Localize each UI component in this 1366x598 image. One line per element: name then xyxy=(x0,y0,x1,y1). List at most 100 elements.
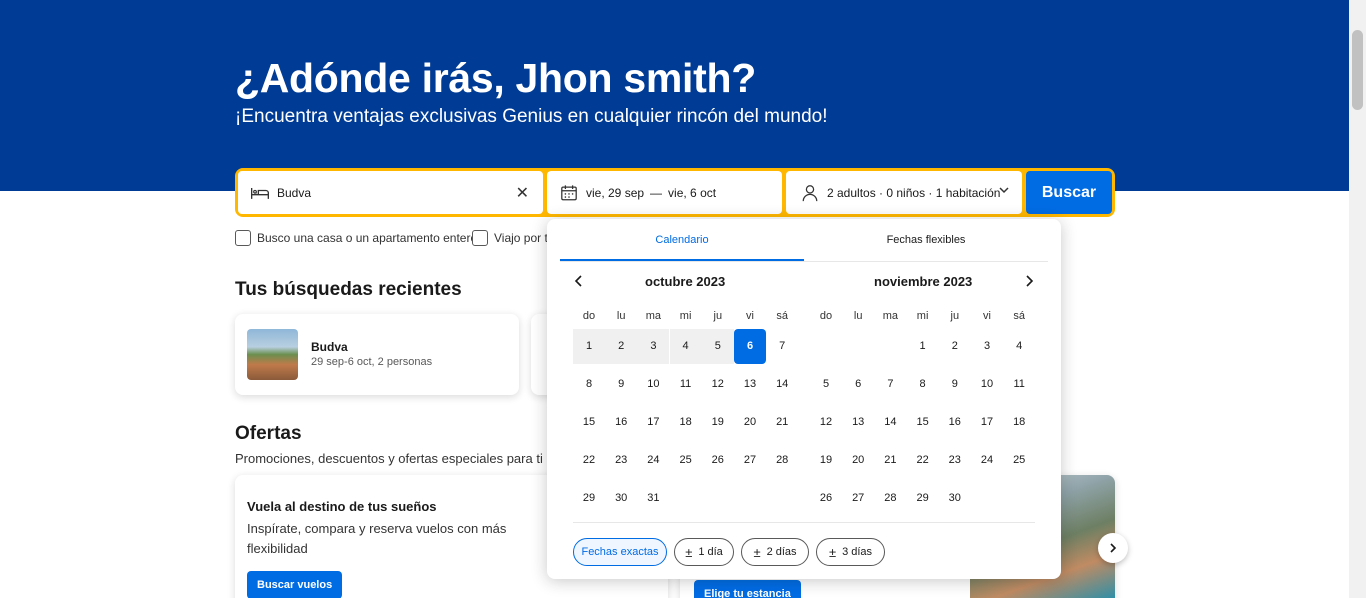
calendar-day[interactable]: 21 xyxy=(874,443,906,478)
calendar-day[interactable]: 20 xyxy=(734,405,766,440)
calendar-day[interactable]: 13 xyxy=(734,367,766,402)
destination-value[interactable]: Budva xyxy=(277,186,311,200)
calendar-day[interactable]: 28 xyxy=(874,481,906,516)
calendar-day[interactable]: 29 xyxy=(573,481,605,516)
offer-description: Inspírate, compara y reserva vuelos con … xyxy=(247,521,507,556)
scrollbar-thumb[interactable] xyxy=(1352,30,1363,110)
calendar-day[interactable]: 15 xyxy=(573,405,605,440)
date-to[interactable]: vie, 6 oct xyxy=(668,186,716,200)
chevron-down-icon[interactable] xyxy=(998,184,1010,196)
checkbox-box[interactable] xyxy=(472,230,488,246)
calendar-day[interactable]: 3 xyxy=(971,329,1003,364)
search-flights-button[interactable]: Buscar vuelos xyxy=(247,571,343,598)
calendar-day[interactable]: 6 xyxy=(734,329,766,364)
calendar-day[interactable]: 29 xyxy=(907,481,939,516)
guests-value[interactable]: 2 adultos · 0 niños · 1 habitación xyxy=(827,186,1000,200)
calendar-day[interactable]: 24 xyxy=(637,443,669,478)
chevron-left-icon[interactable] xyxy=(572,274,586,288)
calendar-day[interactable]: 19 xyxy=(702,405,734,440)
calendar-day[interactable]: 21 xyxy=(766,405,798,440)
calendar-day[interactable]: 25 xyxy=(1003,443,1035,478)
close-icon[interactable]: ✕ xyxy=(516,183,529,203)
calendar-day[interactable]: 22 xyxy=(907,443,939,478)
calendar-day[interactable]: 27 xyxy=(842,481,874,516)
calendar-day[interactable]: 11 xyxy=(1003,367,1035,402)
calendar-day[interactable]: 7 xyxy=(874,367,906,402)
calendar-day[interactable]: 14 xyxy=(874,405,906,440)
search-button[interactable]: Buscar xyxy=(1026,171,1112,214)
weekday-header: do xyxy=(819,310,833,322)
calendar-day[interactable]: 9 xyxy=(605,367,637,402)
calendar-day[interactable]: 8 xyxy=(907,367,939,402)
calendar-day[interactable]: 13 xyxy=(842,405,874,440)
checkbox-box[interactable] xyxy=(235,230,251,246)
calendar-day[interactable]: 28 xyxy=(766,443,798,478)
dates-field[interactable]: vie, 29 sep — vie, 6 oct xyxy=(547,171,782,214)
calendar-day[interactable]: 2 xyxy=(939,329,971,364)
calendar-day[interactable]: 4 xyxy=(669,329,702,364)
calendar-day[interactable]: 30 xyxy=(605,481,637,516)
calendar-day[interactable]: 17 xyxy=(971,405,1003,440)
page-scrollbar[interactable] xyxy=(1349,0,1366,598)
calendar-day[interactable]: 19 xyxy=(810,443,842,478)
checkbox-work-travel[interactable]: Viajo por t xyxy=(472,230,548,246)
calendar-day[interactable]: 1 xyxy=(907,329,939,364)
calendar-day[interactable]: 12 xyxy=(702,367,734,402)
destination-field[interactable]: Budva ✕ xyxy=(238,171,543,214)
calendar-day[interactable]: 27 xyxy=(734,443,766,478)
calendar-day[interactable]: 22 xyxy=(573,443,605,478)
calendar-day[interactable]: 31 xyxy=(637,481,669,516)
calendar-day[interactable]: 5 xyxy=(810,367,842,402)
calendar-day[interactable]: 8 xyxy=(573,367,605,402)
calendar-day[interactable]: 10 xyxy=(971,367,1003,402)
calendar-day[interactable]: 5 xyxy=(701,329,734,364)
calendar-day[interactable]: 17 xyxy=(637,405,669,440)
calendar-day[interactable]: 16 xyxy=(605,405,637,440)
calendar-day[interactable]: 20 xyxy=(842,443,874,478)
calendar-day[interactable]: 30 xyxy=(939,481,971,516)
offer-title: Vuela al destino de tus sueños xyxy=(247,499,437,514)
chevron-right-icon xyxy=(1110,543,1117,553)
person-icon xyxy=(802,184,818,201)
chip-plus-minus-2-days[interactable]: ± 2 días xyxy=(741,538,809,566)
date-from[interactable]: vie, 29 sep xyxy=(586,186,644,200)
calendar-day[interactable]: 26 xyxy=(810,481,842,516)
recent-search-card[interactable]: Budva 29 sep-6 oct, 2 personas xyxy=(235,314,519,395)
calendar-day[interactable]: 6 xyxy=(842,367,874,402)
calendar-day[interactable]: 14 xyxy=(766,367,798,402)
offers-title: Ofertas xyxy=(235,423,302,444)
carousel-next-button[interactable] xyxy=(1098,533,1128,563)
checkbox-whole-home[interactable]: Busco una casa o un apartamento entero xyxy=(235,230,477,246)
calendar-day[interactable]: 16 xyxy=(939,405,971,440)
choose-stay-button[interactable]: Elige tu estancia xyxy=(694,580,801,598)
tab-calendar[interactable]: Calendario xyxy=(560,219,804,261)
calendar-day[interactable]: 7 xyxy=(766,329,798,364)
calendar-day[interactable]: 12 xyxy=(810,405,842,440)
calendar-day[interactable]: 10 xyxy=(637,367,669,402)
calendar-day[interactable]: 25 xyxy=(670,443,702,478)
calendar-day[interactable]: 18 xyxy=(1003,405,1035,440)
tab-flexible-dates[interactable]: Fechas flexibles xyxy=(804,219,1048,261)
calendar-day[interactable]: 11 xyxy=(670,367,702,402)
guests-field[interactable]: 2 adultos · 0 niños · 1 habitación xyxy=(786,171,1022,214)
calendar-day[interactable]: 23 xyxy=(939,443,971,478)
calendar-day[interactable]: 4 xyxy=(1003,329,1035,364)
calendar-day[interactable]: 3 xyxy=(637,329,670,364)
calendar-day[interactable]: 1 xyxy=(573,329,605,364)
calendar-day[interactable]: 26 xyxy=(702,443,734,478)
chip-exact-dates[interactable]: Fechas exactas xyxy=(573,538,667,566)
chip-plus-minus-1-day[interactable]: ± 1 día xyxy=(674,538,734,566)
weekday-header: vi xyxy=(746,310,754,322)
chevron-right-icon[interactable] xyxy=(1022,274,1036,288)
calendar-day[interactable]: 15 xyxy=(907,405,939,440)
chip-plus-minus-3-days[interactable]: ± 3 días xyxy=(816,538,885,566)
calendar-day[interactable]: 23 xyxy=(605,443,637,478)
calendar-day[interactable]: 2 xyxy=(605,329,638,364)
weekday-header: ma xyxy=(882,310,899,322)
calendar-day[interactable]: 24 xyxy=(971,443,1003,478)
calendar-day[interactable]: 18 xyxy=(670,405,702,440)
weekday-header: lu xyxy=(853,310,863,322)
calendar-day[interactable]: 9 xyxy=(939,367,971,402)
search-bar: Budva ✕ vie, 29 sep — vie, 6 oct 2 adult… xyxy=(235,168,1115,217)
weekday-header: do xyxy=(582,310,596,322)
